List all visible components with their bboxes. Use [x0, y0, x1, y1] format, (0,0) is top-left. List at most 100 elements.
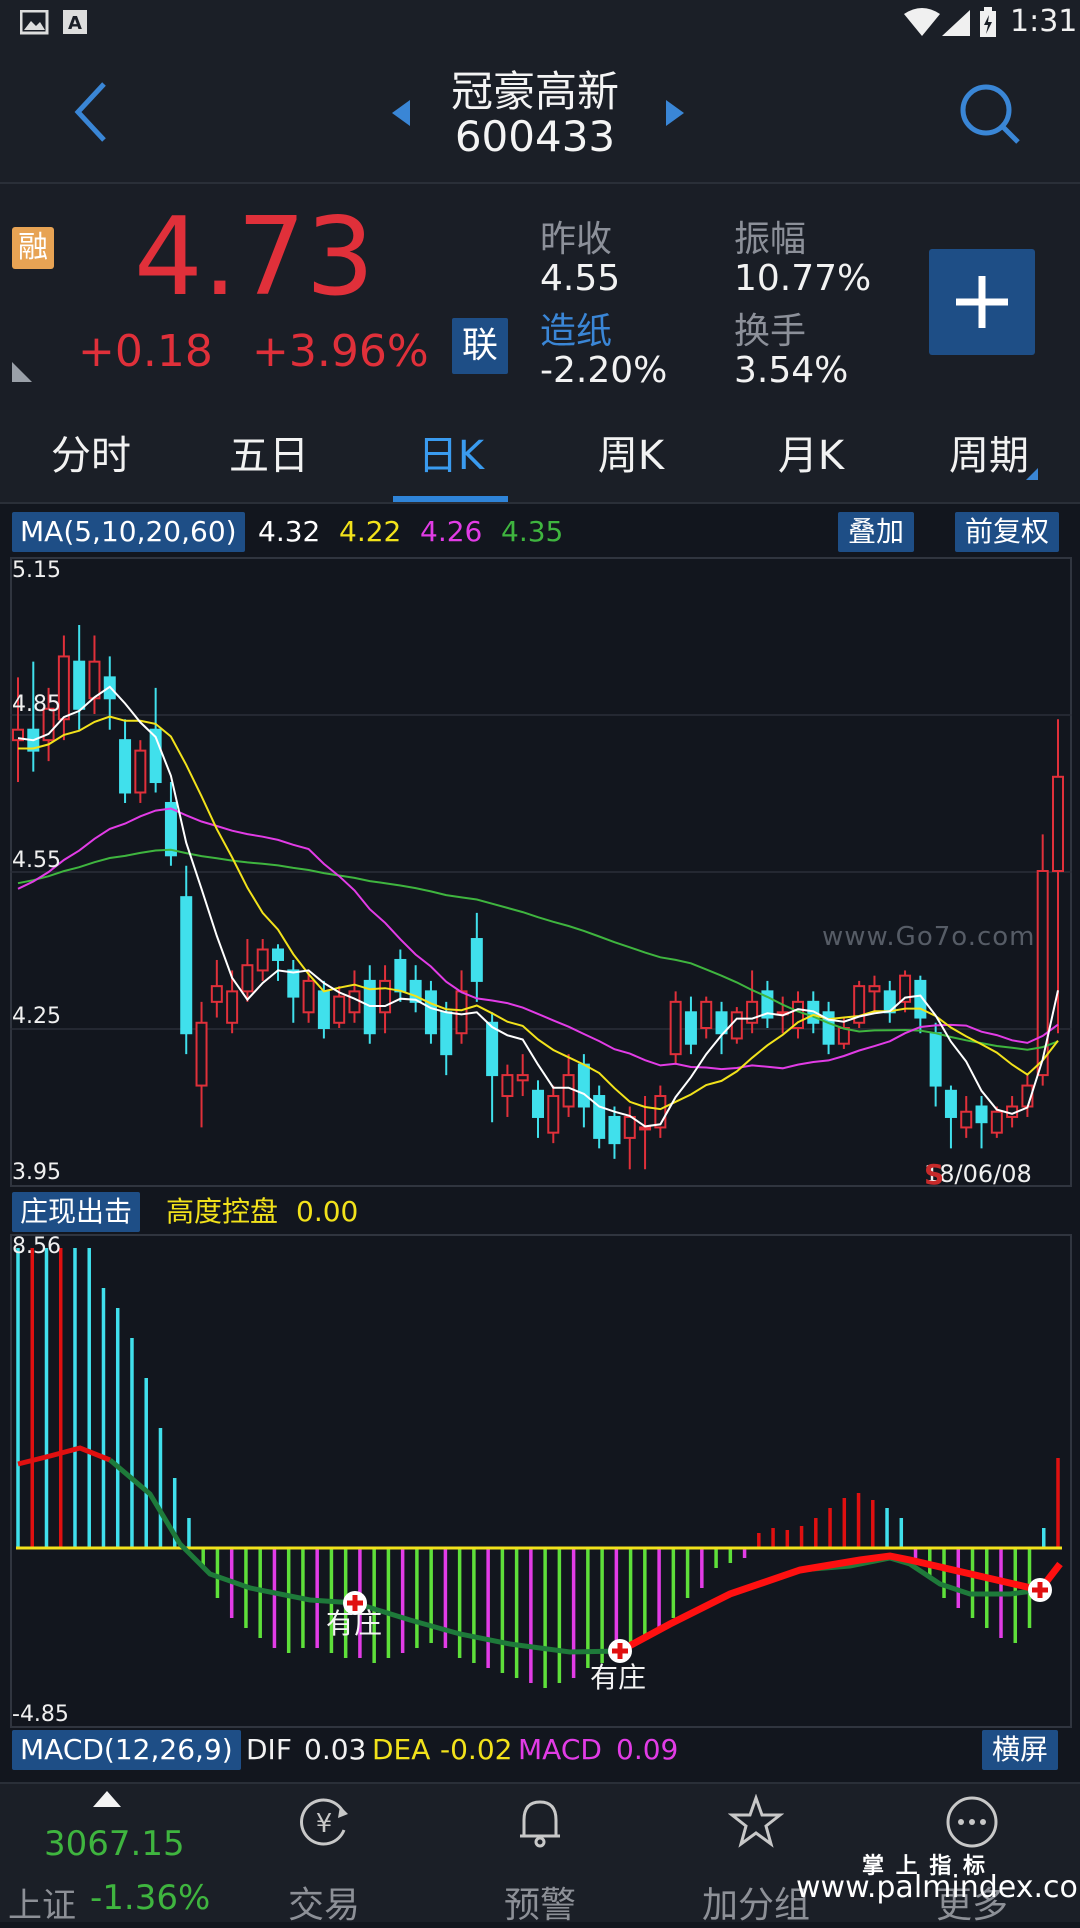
candle-body [195, 1021, 208, 1087]
nav-trade-label[interactable]: 交易 [264, 1876, 384, 1928]
candle-body [317, 990, 330, 1030]
price-change: +0.18 [78, 326, 213, 377]
sector-change-value: -2.20% [540, 350, 668, 391]
y-label-3: 4.55 [12, 848, 61, 873]
amplitude-label: 振幅 [734, 219, 807, 260]
prev-close-label: 昨收 [540, 219, 613, 260]
candle-body [455, 990, 468, 1035]
prev-close-value: 4.55 [540, 258, 621, 299]
control-metric-value: 0.00 [296, 1195, 359, 1228]
ma60-value: 4.35 [501, 515, 564, 548]
tab-daily-k[interactable]: 日K [388, 410, 514, 502]
candle-body [440, 1011, 453, 1056]
signal-label-2: 有庄 [590, 1661, 647, 1694]
period-tabs: 分时 五日 日K 周K 月K 周期 [0, 410, 1080, 504]
candle-body [486, 1021, 499, 1077]
candle-body [256, 948, 269, 972]
more-dots-icon[interactable] [944, 1794, 1000, 1850]
candle-body [333, 995, 346, 1024]
status-bar: A 1:31 [0, 0, 1080, 46]
price-change-percent: +3.96% [252, 326, 429, 377]
candle-body [210, 985, 223, 1003]
candle-body [134, 749, 147, 794]
back-arrow-icon[interactable] [72, 80, 112, 144]
landscape-button[interactable]: 横屏 [982, 1730, 1059, 1770]
forward-adjust-button[interactable]: 前复权 [955, 512, 1060, 552]
linked-badge[interactable]: 联 [452, 318, 508, 374]
add-watchlist-button[interactable] [929, 249, 1035, 355]
footer-watermark-url: www.palmindex.com [796, 1870, 1080, 1905]
y-label-4: 4.25 [12, 1004, 61, 1029]
candle-body [975, 1105, 988, 1124]
stock-code: 600433 [454, 112, 616, 161]
amplitude-value: 10.77% [734, 258, 872, 299]
dif-value: 0.03 [304, 1733, 367, 1766]
ma-indicator-label[interactable]: MA(5,10,20,60) [12, 512, 245, 552]
candle-body [180, 896, 193, 1035]
y-label-2: 4.85 [12, 692, 61, 717]
clock: 1:31 [1010, 4, 1078, 39]
quote-panel: 融 4.73 +0.18 +3.96% 联 昨收 4.55 造纸 -2.20% … [0, 182, 1080, 410]
y-label-top: 5.15 [12, 558, 61, 583]
candle-body [990, 1110, 1003, 1134]
tab-intraday[interactable]: 分时 [28, 410, 154, 502]
candle-body [348, 990, 361, 1014]
candle-body [516, 1074, 529, 1082]
svg-text:A: A [68, 13, 82, 34]
tab-period[interactable]: 周期 [926, 410, 1052, 502]
candle-body [73, 660, 86, 710]
ma5-value: 4.32 [258, 515, 321, 548]
alert-bell-icon[interactable] [512, 1794, 568, 1850]
candle-body [562, 1074, 575, 1108]
indicator-chart[interactable] [10, 1234, 1072, 1728]
signal-label-1: 有庄 [326, 1607, 383, 1640]
header: 冠豪高新 600433 [0, 46, 1080, 182]
candle-body [623, 1115, 636, 1139]
candle-body [669, 1000, 682, 1056]
tab-weekly-k[interactable]: 周K [568, 410, 694, 502]
font-a-icon: A [63, 10, 87, 34]
corner-triangle-icon [12, 362, 32, 382]
candle-body [944, 1089, 957, 1118]
up-arrow-icon [93, 1791, 121, 1807]
overlay-button[interactable]: 叠加 [838, 512, 915, 552]
search-icon[interactable] [958, 82, 1022, 146]
dea-label: DEA [372, 1733, 431, 1766]
candlestick-chart[interactable] [10, 557, 1072, 1187]
candle-body [837, 1027, 850, 1045]
candle-body [501, 1074, 514, 1098]
macd-label: MACD [518, 1733, 602, 1766]
active-tab-indicator [393, 496, 508, 502]
candle-body [424, 990, 437, 1035]
candle-body [241, 964, 254, 993]
candle-body [746, 1000, 759, 1024]
tab-monthly-k[interactable]: 月K [748, 410, 874, 502]
star-icon[interactable] [728, 1794, 784, 1850]
turnover-label: 换手 [734, 311, 807, 352]
turnover-value: 3.54% [734, 350, 849, 391]
dea-value: -0.02 [440, 1733, 513, 1766]
macd-indicator-label[interactable]: MACD(12,26,9) [12, 1730, 241, 1770]
candle-body [226, 990, 239, 1024]
nav-alert-label[interactable]: 预警 [480, 1876, 600, 1928]
signal-dot-3 [1028, 1578, 1052, 1602]
index-value: 3067.15 [44, 1824, 185, 1864]
next-stock-arrow-icon[interactable] [664, 98, 686, 128]
candle-body [700, 1000, 713, 1030]
tab-five-day[interactable]: 五日 [206, 410, 332, 502]
indicator-y-max: 8.56 [12, 1234, 61, 1259]
candle-body [302, 979, 315, 1014]
sell-signal-marker: S [924, 1158, 945, 1191]
indicator-name-label[interactable]: 庄现出击 [12, 1192, 141, 1232]
prev-stock-arrow-icon[interactable] [390, 98, 412, 128]
candle-body [730, 1011, 743, 1040]
period-dropdown-icon [1026, 468, 1038, 480]
candle-body [88, 660, 101, 700]
sector-label[interactable]: 造纸 [540, 302, 612, 354]
candle-body [272, 948, 284, 961]
dif-label: DIF [246, 1733, 292, 1766]
wifi-icon [904, 8, 940, 36]
candle-body [577, 1063, 590, 1108]
candle-body [119, 739, 132, 794]
trade-yen-icon[interactable]: ¥ [296, 1794, 352, 1850]
